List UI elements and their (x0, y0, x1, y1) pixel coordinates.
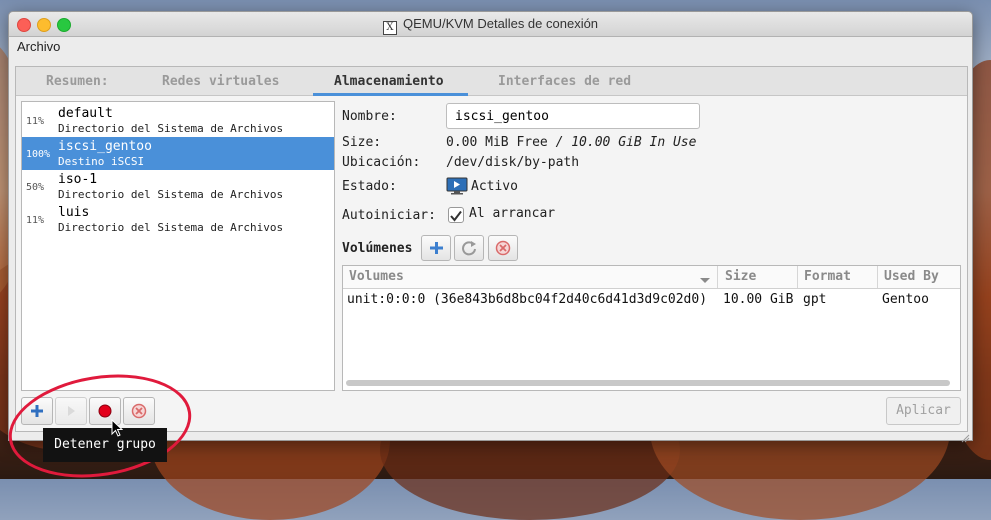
column-volumes[interactable]: Volumes (349, 269, 404, 284)
volume-cell: unit:0:0:0 (36e843b6d8bc04f2d40c6d41d3d9… (347, 292, 708, 307)
pool-item-iscsi-gentoo[interactable]: 100% iscsi_gentoo Destino iSCSI (22, 137, 334, 170)
resize-grip-icon[interactable] (960, 428, 970, 443)
size-label: Size: (342, 135, 382, 150)
title-bar: X QEMU/KVM Detalles de conexión (9, 12, 972, 37)
pool-usage: 100% (26, 149, 51, 160)
window-title: X QEMU/KVM Detalles de conexión (9, 16, 972, 35)
pool-type: Destino iSCSI (58, 155, 145, 168)
pool-type: Directorio del Sistema de Archivos (58, 221, 284, 234)
active-tab-indicator (313, 93, 468, 96)
pool-name: iso-1 (58, 172, 98, 187)
volumes-table-header: Volumes Size Format Used By (343, 266, 960, 289)
column-used-by[interactable]: Used By (884, 269, 939, 284)
monitor-icon (446, 177, 468, 199)
window-title-text: QEMU/KVM Detalles de conexión (402, 16, 599, 31)
menu-bar: Archivo (9, 37, 972, 57)
pool-type: Directorio del Sistema de Archivos (58, 122, 284, 135)
pool-item-iso-1[interactable]: 50% iso-1 Directorio del Sistema de Arch… (22, 170, 334, 203)
notebook: Resumen: Redes virtuales Almacenamiento … (15, 66, 968, 432)
sort-chevron-down-icon (699, 271, 711, 290)
autostart-checkbox[interactable] (448, 207, 464, 223)
pool-item-luis[interactable]: 11% luis Directorio del Sistema de Archi… (22, 203, 334, 236)
volumes-table[interactable]: Volumes Size Format Used By unit:0:0:0 (… (342, 265, 961, 391)
pool-name: iscsi_gentoo (58, 139, 152, 154)
refresh-icon (462, 241, 476, 256)
pool-name: default (58, 106, 113, 121)
column-separator (797, 266, 798, 288)
name-label: Nombre: (342, 109, 397, 124)
state-label: Estado: (342, 179, 397, 194)
size-cell: 10.00 GiB (723, 292, 794, 307)
pool-item-default[interactable]: 11% default Directorio del Sistema de Ar… (22, 104, 334, 137)
format-cell: gpt (803, 292, 827, 307)
pool-type: Directorio del Sistema de Archivos (58, 188, 284, 201)
x11-icon: X (382, 21, 397, 35)
pool-name: luis (58, 205, 90, 220)
horizontal-scrollbar[interactable] (346, 380, 950, 386)
column-separator (877, 266, 878, 288)
location-label: Ubicación: (342, 155, 421, 170)
connection-details-window: X QEMU/KVM Detalles de conexión Archivo R… (8, 11, 973, 443)
used-by-cell: Gentoo (882, 292, 929, 307)
autostart-label: Autoiniciar: (342, 208, 436, 223)
apply-button[interactable]: Aplicar (886, 397, 961, 425)
checkmark-icon (450, 210, 462, 222)
pool-usage: 11% (26, 116, 45, 127)
tab-almacenamiento[interactable]: Almacenamiento (334, 74, 444, 89)
column-format[interactable]: Format (804, 269, 851, 284)
add-volume-button[interactable] (421, 235, 451, 261)
tooltip: Detener grupo (43, 428, 167, 462)
size-in-use: 10.00 GiB In Use (571, 135, 697, 150)
delete-icon (495, 240, 511, 256)
tab-redes-virtuales[interactable]: Redes virtuales (162, 74, 279, 89)
size-value: 0.00 MiB Free / 10.00 GiB In Use (446, 135, 696, 150)
tab-bar: Resumen: Redes virtuales Almacenamiento … (16, 67, 967, 96)
column-size[interactable]: Size (725, 269, 756, 284)
size-separator: / (547, 135, 572, 150)
location-value: /dev/disk/by-path (446, 155, 580, 170)
pool-usage: 50% (26, 182, 45, 193)
delete-volume-button[interactable] (488, 235, 518, 261)
plus-icon (430, 242, 443, 254)
pool-usage: 11% (26, 215, 45, 226)
volumes-label: Volúmenes (342, 241, 413, 256)
column-separator (717, 266, 718, 288)
size-free: 0.00 MiB Free (446, 135, 548, 150)
storage-pool-list[interactable]: 11% default Directorio del Sistema de Ar… (21, 101, 335, 391)
autostart-value: Al arrancar (469, 206, 556, 221)
tab-resumen[interactable]: Resumen: (46, 74, 109, 89)
refresh-volumes-button[interactable] (454, 235, 484, 261)
state-value: Activo (471, 179, 518, 194)
pool-name-field[interactable]: iscsi_gentoo (446, 103, 700, 129)
menu-archivo[interactable]: Archivo (17, 39, 60, 54)
tab-interfaces-de-red[interactable]: Interfaces de red (498, 74, 631, 89)
mouse-pointer-icon (111, 418, 124, 441)
